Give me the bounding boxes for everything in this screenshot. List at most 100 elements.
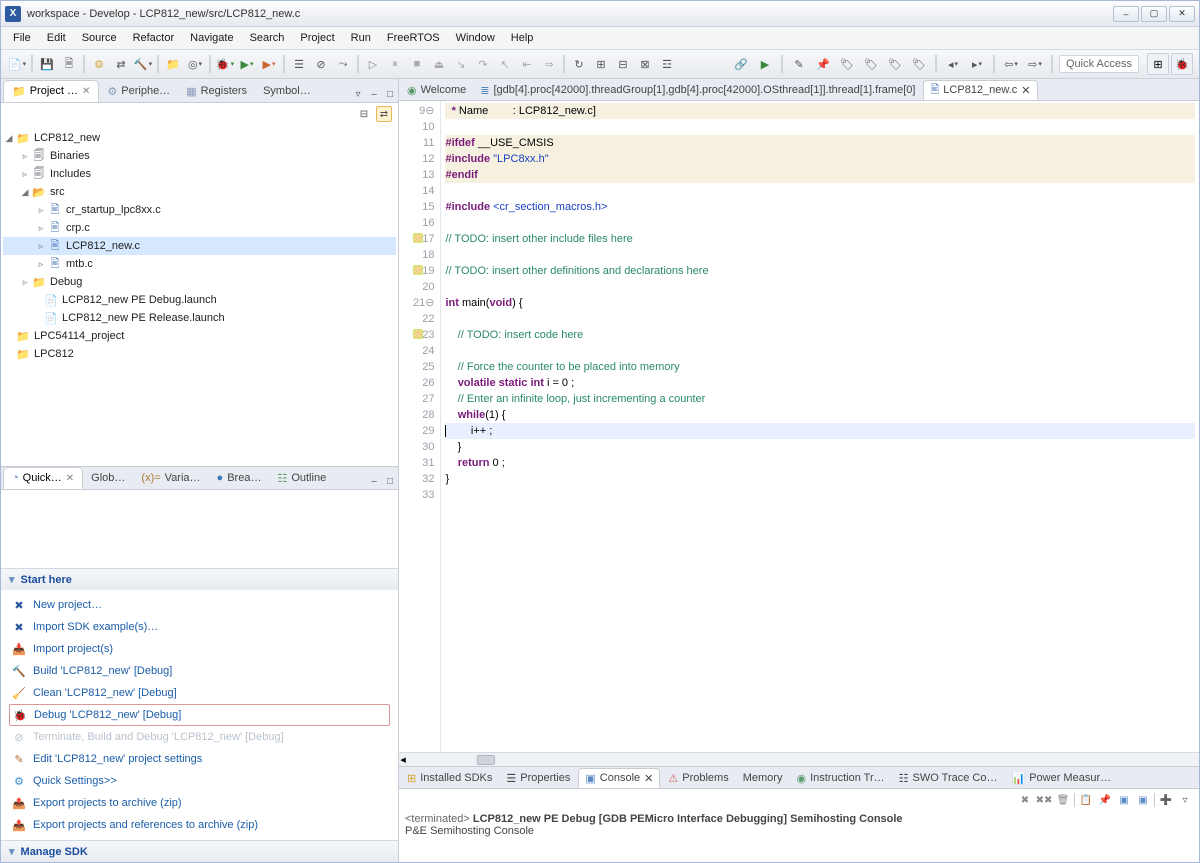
close-icon[interactable]: ✕ <box>644 772 653 785</box>
expand-icon[interactable]: ▹ <box>19 169 31 180</box>
debug-icon[interactable]: 🐞▾ <box>215 54 235 74</box>
action-import-project[interactable]: 📥Import project(s) <box>1 638 398 660</box>
tab-registers[interactable]: ▦Registers <box>178 80 255 102</box>
folder-nav-icon[interactable]: 📁 <box>163 54 183 74</box>
new-icon[interactable]: 📄▾ <box>7 54 27 74</box>
forward-icon[interactable]: ⇨▾ <box>1025 54 1045 74</box>
action-debug[interactable]: 🐞Debug 'LCP812_new' [Debug] <box>9 704 390 726</box>
step-over-icon[interactable]: ↷ <box>473 54 493 74</box>
minimize-view-icon[interactable]: – <box>366 86 382 102</box>
expand-icon[interactable]: ◢ <box>3 133 15 144</box>
tree-item[interactable]: LCP812_new PE Release.launch <box>62 312 225 324</box>
editor-scrollbar[interactable]: ◂ <box>399 752 1199 766</box>
action-new-project[interactable]: ✖New project… <box>1 594 398 616</box>
next-annotation-icon[interactable]: ▸▾ <box>967 54 987 74</box>
pin-icon[interactable]: 📌 <box>813 54 833 74</box>
switch-icon[interactable]: ⇄ <box>111 54 131 74</box>
toggle2-icon[interactable]: ⊟ <box>613 54 633 74</box>
menu-file[interactable]: File <box>7 30 37 46</box>
expand-icon[interactable]: ◢ <box>19 187 31 198</box>
tab-properties[interactable]: ☰Properties <box>500 768 576 788</box>
section-start-here[interactable]: ▾Start here <box>1 568 398 590</box>
tab-breakpoints[interactable]: ●Brea… <box>209 467 270 489</box>
tree-item[interactable]: LPC54114_project <box>34 330 124 342</box>
menu-source[interactable]: Source <box>76 30 123 46</box>
expand-icon[interactable]: ▹ <box>35 205 47 216</box>
menu-project[interactable]: Project <box>294 30 340 46</box>
build-all-icon[interactable]: ☰ <box>289 54 309 74</box>
action-clean[interactable]: 🧹Clean 'LCP812_new' [Debug] <box>1 682 398 704</box>
back-icon[interactable]: ⇦▾ <box>1001 54 1021 74</box>
maximize-view-icon[interactable]: □ <box>382 86 398 102</box>
maximize-view-icon[interactable]: □ <box>382 473 398 489</box>
open-console-icon[interactable]: ▣ <box>1135 792 1151 808</box>
tab-outline[interactable]: ☷Outline <box>269 467 334 489</box>
build-chip-icon[interactable]: ⚙ <box>89 54 109 74</box>
tree-item[interactable]: Debug <box>50 276 82 288</box>
tab-instruction-trace[interactable]: ◉Instruction Tr… <box>790 768 890 788</box>
minimize-view-icon[interactable]: – <box>366 473 382 489</box>
action-export-refs[interactable]: 📤Export projects and references to archi… <box>1 814 398 836</box>
prev-annotation-icon[interactable]: ◂▾ <box>943 54 963 74</box>
collapse-all-icon[interactable]: ⊟ <box>356 106 372 122</box>
toggle1-icon[interactable]: ⊞ <box>591 54 611 74</box>
tab-symbol[interactable]: Symbol… <box>255 80 319 102</box>
tree-item[interactable]: LCP812_new <box>34 132 100 144</box>
tag1-icon[interactable]: 🏷 <box>837 54 857 74</box>
editor-tab-welcome[interactable]: ◉Welcome <box>401 80 472 100</box>
link-icon[interactable]: 🔗 <box>731 54 751 74</box>
console-remove-all-icon[interactable]: ✖✖ <box>1036 792 1052 808</box>
tab-power[interactable]: 📊Power Measur… <box>1005 768 1117 788</box>
action-quick-settings[interactable]: ⚙Quick Settings>> <box>1 770 398 792</box>
save-all-icon[interactable]: 🗎 <box>59 54 79 74</box>
section-manage-sdk[interactable]: ▾Manage SDK <box>1 840 398 862</box>
tag4-icon[interactable]: 🏷 <box>909 54 929 74</box>
close-button[interactable]: ✕ <box>1169 6 1195 22</box>
action-import-sdk[interactable]: ✖Import SDK example(s)… <box>1 616 398 638</box>
restart-icon[interactable]: ↻ <box>569 54 589 74</box>
menu-help[interactable]: Help <box>505 30 540 46</box>
tab-global[interactable]: Glob… <box>83 467 133 489</box>
menu-edit[interactable]: Edit <box>41 30 72 46</box>
pin-console-icon[interactable]: 📌 <box>1097 792 1113 808</box>
toggle3-icon[interactable]: ⊠ <box>635 54 655 74</box>
expand-icon[interactable]: ▹ <box>19 277 31 288</box>
stop-build-icon[interactable]: ⊘ <box>311 54 331 74</box>
expand-icon[interactable]: ▹ <box>19 151 31 162</box>
console-clear-icon[interactable]: 🗑 <box>1055 792 1071 808</box>
minimize-button[interactable]: – <box>1113 6 1139 22</box>
terminate-icon[interactable]: ■ <box>407 54 427 74</box>
tree-item[interactable]: Binaries <box>50 150 90 162</box>
console-remove-icon[interactable]: ✖ <box>1017 792 1033 808</box>
save-icon[interactable]: 💾 <box>37 54 57 74</box>
close-icon[interactable]: ✕ <box>82 86 90 97</box>
target-icon[interactable]: ◎▾ <box>185 54 205 74</box>
tree-item[interactable]: src <box>50 186 65 198</box>
expand-icon[interactable]: ▹ <box>35 223 47 234</box>
quick-access-field[interactable]: Quick Access <box>1059 55 1139 73</box>
menu-run[interactable]: Run <box>345 30 377 46</box>
tab-installed-sdks[interactable]: ⊞Installed SDKs <box>401 768 498 788</box>
display-console-icon[interactable]: ▣ <box>1116 792 1132 808</box>
action-build[interactable]: 🔨Build 'LCP812_new' [Debug] <box>1 660 398 682</box>
console-options-icon[interactable]: ▿ <box>1177 792 1193 808</box>
tab-peripherals[interactable]: ⚙Periphe… <box>99 80 178 102</box>
tree-item[interactable]: Includes <box>50 168 91 180</box>
step-return-icon[interactable]: ↖ <box>495 54 515 74</box>
action-edit-settings[interactable]: ✎Edit 'LCP812_new' project settings <box>1 748 398 770</box>
menu-freertos[interactable]: FreeRTOS <box>381 30 446 46</box>
step-into-icon[interactable]: ↘ <box>451 54 471 74</box>
expand-icon[interactable]: ▹ <box>35 259 47 270</box>
run-icon[interactable]: ▶▾ <box>237 54 257 74</box>
edit-pencil-icon[interactable]: ✎ <box>789 54 809 74</box>
tree-item[interactable]: LCP812_new PE Debug.launch <box>62 294 217 306</box>
close-icon[interactable]: ✕ <box>66 473 74 484</box>
tab-quickstart[interactable]: ◔Quick…✕ <box>3 467 83 489</box>
perspective-debug-icon[interactable]: 🐞 <box>1171 53 1193 75</box>
console-open-icon[interactable]: ☲ <box>657 54 677 74</box>
action-export-archive[interactable]: 📤Export projects to archive (zip) <box>1 792 398 814</box>
disconnect-icon[interactable]: ⏏ <box>429 54 449 74</box>
skip-icon[interactable]: ⤳ <box>333 54 353 74</box>
tab-problems[interactable]: ⚠Problems <box>662 768 734 788</box>
tab-memory[interactable]: Memory <box>737 768 789 788</box>
